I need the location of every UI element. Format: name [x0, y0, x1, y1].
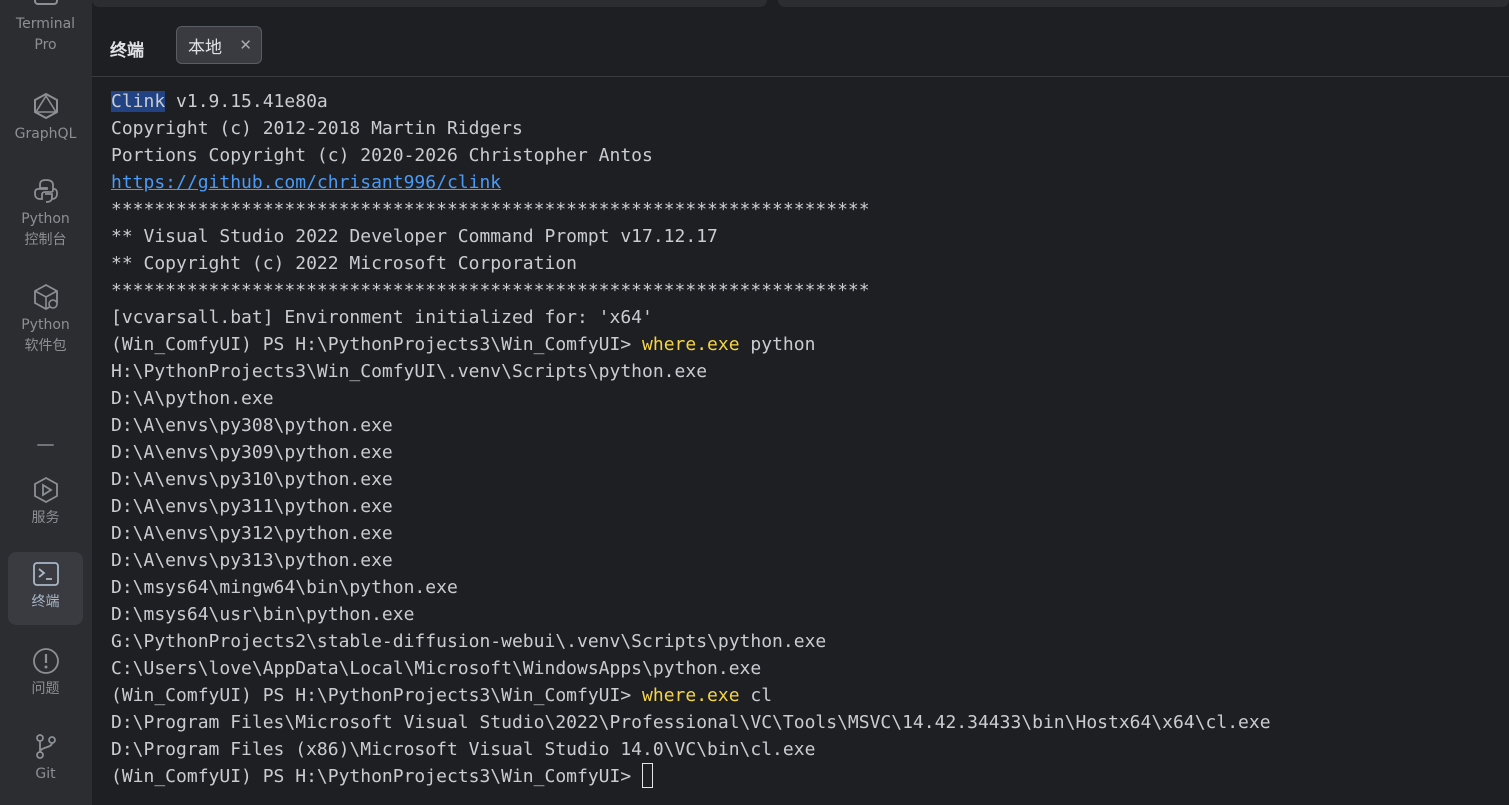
- terminal-line: https://github.com/chrisant996/clink: [111, 169, 1501, 196]
- sidebar-item-label: 服务: [31, 510, 60, 526]
- command: where.exe: [642, 685, 740, 706]
- clink-link[interactable]: https://github.com/chrisant996/clink: [111, 172, 501, 193]
- terminal-line: D:\A\python.exe: [111, 388, 274, 409]
- tab-label: 本地: [188, 37, 222, 58]
- sidebar-item-terminal[interactable]: 终端: [8, 552, 83, 625]
- terminal-output[interactable]: Clink v1.9.15.41e80a Copyright (c) 2012-…: [111, 88, 1501, 788]
- terminal-line: D:\A\envs\py308\python.exe: [111, 415, 393, 436]
- sidebar-item-label: Git: [35, 766, 56, 782]
- tool-window-sidebar: Terminal Pro GraphQL Python 控制台 Python 软…: [0, 0, 92, 805]
- terminal-line: (Win_ComfyUI) PS H:\PythonProjects3\Win_…: [111, 682, 1501, 709]
- python-packages-icon: [33, 283, 58, 311]
- terminal-line: (Win_ComfyUI) PS H:\PythonProjects3\Win_…: [111, 763, 1501, 790]
- terminal-line: D:\A\envs\py313\python.exe: [111, 550, 393, 571]
- terminal-line: (Win_ComfyUI) PS H:\PythonProjects3\Win_…: [111, 331, 1501, 358]
- git-branch-icon: [35, 734, 56, 759]
- terminal-line: H:\PythonProjects3\Win_ComfyUI\.venv\Scr…: [111, 361, 708, 382]
- sidebar-item-graphql[interactable]: GraphQL: [8, 92, 83, 145]
- shell-prompt: (Win_ComfyUI) PS H:\PythonProjects3\Win_…: [111, 334, 643, 355]
- panel-title: 终端: [110, 41, 144, 61]
- sidebar-item-problems[interactable]: 问题: [8, 647, 83, 700]
- terminal-tool-window: 终端 本地 ✕ Clink v1.9.15.41e80a Copyright (…: [92, 16, 1509, 798]
- editor-area-edge: [778, 0, 1509, 7]
- sidebar-item-python-console[interactable]: Python 控制台: [8, 177, 83, 251]
- terminal-line: D:\A\envs\py311\python.exe: [111, 496, 393, 517]
- sidebar-item-git[interactable]: Git: [8, 732, 83, 785]
- terminal-line: D:\A\envs\py312\python.exe: [111, 523, 393, 544]
- sidebar-item-label: GraphQL: [14, 126, 77, 142]
- terminal-line: Portions Copyright (c) 2020-2026 Christo…: [111, 145, 653, 166]
- terminal-line: D:\A\envs\py310\python.exe: [111, 469, 393, 490]
- shell-prompt: (Win_ComfyUI) PS H:\PythonProjects3\Win_…: [111, 685, 643, 706]
- sidebar-item-services[interactable]: 服务: [8, 476, 83, 529]
- terminal-line: D:\Program Files\Microsoft Visual Studio…: [111, 712, 1271, 733]
- python-icon: [33, 179, 58, 203]
- services-icon: [33, 476, 58, 504]
- terminal-line: D:\A\envs\py309\python.exe: [111, 442, 393, 463]
- terminal-line: ** Copyright (c) 2022 Microsoft Corporat…: [111, 253, 577, 274]
- sidebar-item-label: Python 软件包: [21, 317, 70, 354]
- terminal-header: 终端 本地 ✕: [92, 16, 1509, 77]
- sidebar-item-label: 终端: [31, 594, 60, 610]
- terminal-line: ****************************************…: [111, 199, 870, 220]
- selected-text: Clink: [111, 91, 166, 112]
- close-icon[interactable]: ✕: [239, 37, 252, 53]
- text-cursor[interactable]: [642, 763, 654, 788]
- sidebar-item-terminal-pro[interactable]: Terminal Pro: [8, 0, 83, 62]
- terminal-line: ** Visual Studio 2022 Developer Command …: [111, 226, 718, 247]
- terminal-line: D:\msys64\mingw64\bin\python.exe: [111, 577, 458, 598]
- terminal-line: D:\msys64\usr\bin\python.exe: [111, 604, 415, 625]
- terminal-line: Clink v1.9.15.41e80a: [111, 91, 328, 112]
- tab-local[interactable]: 本地 ✕: [176, 26, 262, 64]
- terminal-line: [vcvarsall.bat] Environment initialized …: [111, 307, 653, 328]
- sidebar-item-label: Terminal Pro: [15, 16, 76, 53]
- terminal-line: Copyright (c) 2012-2018 Martin Ridgers: [111, 118, 523, 139]
- terminal-icon: [33, 0, 58, 5]
- sidebar-item-label: Python 控制台: [21, 211, 70, 248]
- sidebar-separator: [37, 444, 54, 446]
- sidebar-item-python-packages[interactable]: Python 软件包: [8, 283, 83, 357]
- terminal-line: ****************************************…: [111, 280, 870, 301]
- terminal-line: C:\Users\love\AppData\Local\Microsoft\Wi…: [111, 658, 762, 679]
- problems-icon: [32, 648, 59, 674]
- editor-area-edge: [92, 0, 767, 7]
- command: where.exe: [642, 334, 740, 355]
- sidebar-item-label: 问题: [31, 681, 60, 697]
- graphql-icon: [33, 92, 58, 120]
- terminal-icon: [32, 562, 59, 586]
- shell-prompt: (Win_ComfyUI) PS H:\PythonProjects3\Win_…: [111, 766, 643, 787]
- terminal-line: G:\PythonProjects2\stable-diffusion-webu…: [111, 631, 827, 652]
- command-arg: cl: [739, 685, 773, 706]
- command-arg: python: [739, 334, 816, 355]
- terminal-line: D:\Program Files (x86)\Microsoft Visual …: [111, 739, 816, 760]
